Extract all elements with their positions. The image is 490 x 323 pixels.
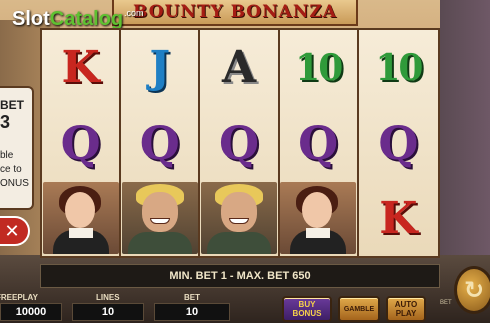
logo-text-slot: Slot [12, 8, 50, 30]
autoplay-label-line1: AUTO [394, 300, 418, 309]
character-body [127, 232, 192, 255]
symbol-10: 10 [375, 46, 423, 89]
lines-value[interactable]: 10 [72, 303, 144, 321]
refresh-arrow-icon: ↻ [463, 276, 485, 304]
symbol-q: Q [139, 115, 180, 170]
outlaw-symbol [121, 182, 198, 255]
character-face [64, 192, 95, 229]
reel-cell [280, 181, 357, 256]
reel-1: KQ [42, 30, 122, 256]
buy-bonus-label-line1: BUY [298, 300, 316, 309]
logo-text-catalog: Catalog [49, 8, 124, 30]
reel-cell: K [359, 181, 438, 256]
symbol-q: Q [60, 115, 101, 170]
info-text-line: ONUS [0, 178, 29, 189]
character-face [221, 192, 257, 233]
reel-cell: Q [121, 105, 198, 180]
bet-value[interactable]: 10 [154, 303, 230, 321]
outlaw-symbol [201, 182, 277, 255]
close-button[interactable]: ✕ [0, 216, 30, 246]
gamble-label: GAMBLE [343, 305, 375, 313]
spin-button[interactable]: ↻ [454, 266, 490, 314]
character-face [141, 192, 178, 233]
symbol-k: K [61, 42, 100, 94]
symbol-q: Q [298, 115, 339, 170]
reel-cell: Q [280, 105, 357, 180]
reel-5: 10 Q K [358, 30, 438, 256]
info-bet-label: BET [0, 98, 24, 112]
buy-bonus-button[interactable]: BUY BONUS [282, 296, 332, 322]
info-bet-value: 3 [0, 112, 11, 132]
reel-cell [42, 181, 119, 256]
reel-cell [121, 181, 198, 256]
reel-cell [200, 181, 277, 256]
symbol-k: K [379, 192, 418, 244]
buy-bonus-label-line2: BONUS [292, 309, 322, 318]
reel-4: 10 Q [279, 30, 359, 256]
game-title: BOUNTY BONANZA [133, 2, 337, 22]
info-text-line: ce to [0, 164, 22, 175]
symbol-10: 10 [295, 46, 343, 89]
reel-cell: Q [42, 105, 119, 180]
game-title-banner: BOUNTY BONANZA [112, 0, 358, 26]
symbol-a: A [221, 42, 257, 94]
reel-cell: J [121, 30, 198, 105]
symbol-q: Q [378, 115, 419, 170]
reel-3: AQ [200, 30, 280, 256]
autoplay-button[interactable]: AUTO PLAY [386, 296, 426, 322]
lines-label: LINES [96, 293, 120, 302]
reel-cell: Q [359, 105, 438, 180]
freeplay-balance: 10000 [0, 303, 62, 321]
reel-cell: 10 [280, 30, 357, 105]
bet-mini-label: BET [440, 300, 452, 306]
info-text-line: ble [0, 150, 14, 161]
character-collar [306, 228, 331, 239]
logo-suffix: .com [124, 8, 144, 18]
autoplay-label-line2: PLAY [395, 309, 417, 318]
gamble-button[interactable]: GAMBLE [338, 296, 380, 322]
freeplay-label: FREEPLAY [0, 293, 38, 302]
bet-label: BET [184, 293, 200, 302]
symbol-j: J [149, 42, 171, 94]
character-body [207, 232, 271, 255]
info-panel: BET 3 ble ce to ONUS [0, 86, 34, 210]
close-icon: ✕ [4, 220, 20, 242]
reel-cell: K [42, 30, 119, 105]
character-face [302, 192, 333, 229]
reel-cell: Q [200, 105, 277, 180]
bet-info-bar: MIN. BET 1 - MAX. BET 650 [40, 264, 440, 288]
symbol-q: Q [218, 115, 260, 170]
saloon-girl-symbol [42, 182, 119, 255]
reel-grid: K Q J Q A Q 10 Q 10 Q K [40, 28, 440, 258]
reel-cell: A [200, 30, 277, 105]
bet-range-text: MIN. BET 1 - MAX. BET 650 [169, 270, 311, 282]
reel-cell: 10 [359, 30, 438, 105]
reel-2: JQ [121, 30, 201, 256]
character-collar [68, 228, 93, 239]
saloon-girl-symbol [280, 182, 357, 255]
